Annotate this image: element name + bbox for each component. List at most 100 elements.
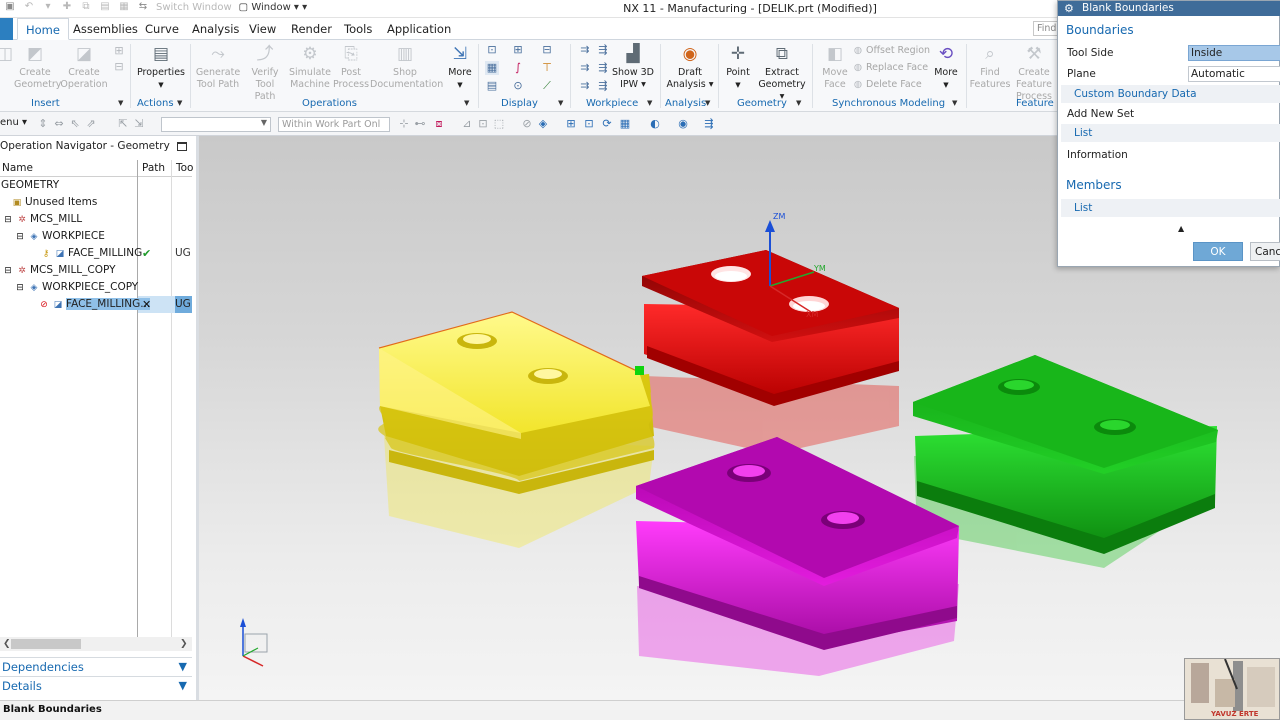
workpiece-icon-2[interactable]: ⇶ <box>596 43 610 57</box>
tab-analysis[interactable]: Analysis <box>192 18 239 40</box>
render-style-icon[interactable]: ◐ <box>648 117 662 130</box>
snap-icon-2[interactable]: ⊷ <box>413 117 427 130</box>
save-icon[interactable]: ▣ <box>4 1 16 13</box>
touch-mode-icon[interactable]: ⇆ <box>137 1 149 13</box>
create-operation-button[interactable]: ◪ Create Operation <box>60 43 108 91</box>
copy-icon[interactable]: ⧉ <box>80 1 92 13</box>
select-icon-1[interactable]: ⇕ <box>36 117 50 130</box>
post-process-button[interactable]: ⎘ Post Process <box>333 43 369 91</box>
generate-tool-path-button[interactable]: ⤳ Generate Tool Path <box>194 43 242 91</box>
sync-more-button[interactable]: ⟲ More ▼ <box>930 43 962 91</box>
file-menu-button[interactable] <box>0 18 13 40</box>
snap-icon-4[interactable]: ⊿ <box>460 117 474 130</box>
tree-row-mcs-mill[interactable]: ⊟ ✲ MCS_MILL <box>0 211 192 228</box>
display-tool-icon[interactable]: ⊤ <box>540 61 554 75</box>
display-icon-5[interactable]: ▤ <box>485 79 499 93</box>
switch-window-button[interactable]: Switch Window <box>156 2 232 13</box>
select-icon-6[interactable]: ⇲ <box>132 117 146 130</box>
tab-assemblies[interactable]: Assemblies <box>73 18 138 40</box>
collapse-icon[interactable]: ⊟ <box>2 212 14 229</box>
display-line-icon[interactable]: ⟋ <box>540 79 554 93</box>
select-icon-4[interactable]: ⇗ <box>84 117 98 130</box>
command-finder-input[interactable]: Find <box>1033 21 1059 36</box>
menu-button[interactable]: enu ▾ <box>0 117 27 128</box>
tree-row-workpiece[interactable]: ⊟ ◈ WORKPIECE <box>0 228 192 245</box>
sync-dropdown-icon[interactable]: ▼ <box>952 99 957 107</box>
display-dropdown-icon[interactable]: ▼ <box>558 99 563 107</box>
view-icon[interactable]: ▦ <box>618 117 632 130</box>
undo-icon[interactable]: ↶ <box>23 1 35 13</box>
column-tool[interactable]: Too <box>176 162 193 174</box>
collapse-icon[interactable]: ⊟ <box>14 229 26 246</box>
cancel-button[interactable]: Canc <box>1250 242 1280 261</box>
ok-button[interactable]: OK <box>1193 242 1243 261</box>
scope-filter-dropdown[interactable]: Within Work Part Onl <box>278 117 390 132</box>
insert-small-icon-2[interactable]: ⊟ <box>112 60 126 74</box>
scrollbar-thumb[interactable] <box>11 639 81 649</box>
workpiece-icon-4[interactable]: ⇶ <box>596 61 610 75</box>
plane-dropdown[interactable]: Automatic <box>1188 66 1280 82</box>
window-menu[interactable]: ▢ Window ▾ ▾ <box>239 2 307 13</box>
tree-row-geometry[interactable]: GEOMETRY <box>0 177 192 194</box>
dependencies-panel[interactable]: Dependencies ▼ <box>0 657 192 676</box>
tree-row-mcs-mill-copy[interactable]: ⊟ ✲ MCS_MILL_COPY <box>0 262 192 279</box>
column-name[interactable]: Name <box>2 162 33 174</box>
snap-icon-3[interactable]: ⧈ <box>432 117 446 131</box>
snap-icon-8[interactable]: ◈ <box>536 117 550 130</box>
column-path[interactable]: Path <box>142 162 165 174</box>
find-features-button[interactable]: ⌕ Find Features <box>968 43 1012 91</box>
add-new-set-label[interactable]: Add New Set <box>1067 108 1134 120</box>
offset-region-button[interactable]: ◍ Offset Region <box>852 44 930 58</box>
list-section-2[interactable]: List <box>1061 199 1280 217</box>
type-filter-dropdown[interactable]: ▼ <box>161 117 271 132</box>
point-button[interactable]: ✛ Point ▼ <box>722 43 754 91</box>
redo-icon[interactable]: ▾ <box>42 1 54 13</box>
information-label[interactable]: Information <box>1067 149 1128 161</box>
select-icon-3[interactable]: ⇖ <box>68 117 82 130</box>
tab-view[interactable]: View <box>249 18 276 40</box>
delete-face-button[interactable]: ◍ Delete Face <box>852 78 922 92</box>
tab-curve[interactable]: Curve <box>145 18 179 40</box>
collapse-dialog-icon[interactable]: ▲ <box>1178 224 1184 233</box>
snap-icon-1[interactable]: ⊹ <box>397 117 411 130</box>
geometry-dropdown-icon[interactable]: ▼ <box>796 99 801 107</box>
gear-icon[interactable]: ⚙ <box>1064 2 1074 15</box>
snap-icon-5[interactable]: ⊡ <box>476 117 490 130</box>
display-icon-4[interactable]: ▦ <box>485 61 499 75</box>
part-yellow[interactable] <box>378 311 655 494</box>
operations-more-button[interactable]: ⇲ More ▼ <box>444 43 476 91</box>
verify-tool-path-button[interactable]: ⤴ Verify Tool Path <box>244 43 286 103</box>
draft-analysis-button[interactable]: ◉ Draft Analysis ▾ <box>665 43 715 91</box>
snap-icon-6[interactable]: ⬚ <box>492 117 506 130</box>
tab-tools[interactable]: Tools <box>344 18 372 40</box>
list-section-1[interactable]: List <box>1061 124 1280 142</box>
snap-icon-7[interactable]: ⊘ <box>520 117 534 130</box>
create-tool-button[interactable]: ◫ <box>0 43 14 67</box>
workpiece-icon-5[interactable]: ⇉ <box>578 79 592 93</box>
workpiece-icon-1[interactable]: ⇉ <box>578 43 592 57</box>
maximize-icon[interactable] <box>177 142 187 151</box>
display-icon-3[interactable]: ⊟ <box>540 43 554 57</box>
extract-geometry-button[interactable]: ⧉ Extract Geometry ▾ <box>756 43 808 103</box>
replace-face-button[interactable]: ◍ Replace Face <box>852 61 928 75</box>
show-3d-ipw-button[interactable]: ▟ Show 3D IPW ▾ <box>610 43 656 91</box>
insert-dropdown-icon[interactable]: ▼ <box>118 99 123 107</box>
scroll-right-icon[interactable]: ❯ <box>180 637 188 651</box>
display-icon-2[interactable]: ⊞ <box>511 43 525 57</box>
actions-dropdown-icon[interactable]: ▼ <box>177 99 182 107</box>
rotate-icon[interactable]: ⟳ <box>600 117 614 130</box>
members-section-header[interactable]: Members <box>1066 178 1122 192</box>
layer-icon[interactable]: ◉ <box>676 117 690 130</box>
paste-icon[interactable]: ▤ <box>99 1 111 13</box>
collapse-icon[interactable]: ⊟ <box>14 280 26 297</box>
tab-render[interactable]: Render <box>291 18 332 40</box>
tree-row-unused-items[interactable]: ▣ Unused Items <box>0 194 192 211</box>
tree-row-face-milling[interactable]: ⚷ ◪ FACE_MILLING ✔ UG <box>0 245 192 262</box>
fit-icon[interactable]: ⊞ <box>564 117 578 130</box>
scroll-left-icon[interactable]: ❮ <box>3 637 11 651</box>
analysis-dropdown-icon[interactable]: ▼ <box>705 99 710 107</box>
move-face-button[interactable]: ◧ Move Face <box>818 43 852 91</box>
tab-home[interactable]: Home <box>17 18 69 40</box>
display-circle-icon[interactable]: ⊙ <box>511 79 525 93</box>
select-icon-2[interactable]: ⇔ <box>52 117 66 130</box>
